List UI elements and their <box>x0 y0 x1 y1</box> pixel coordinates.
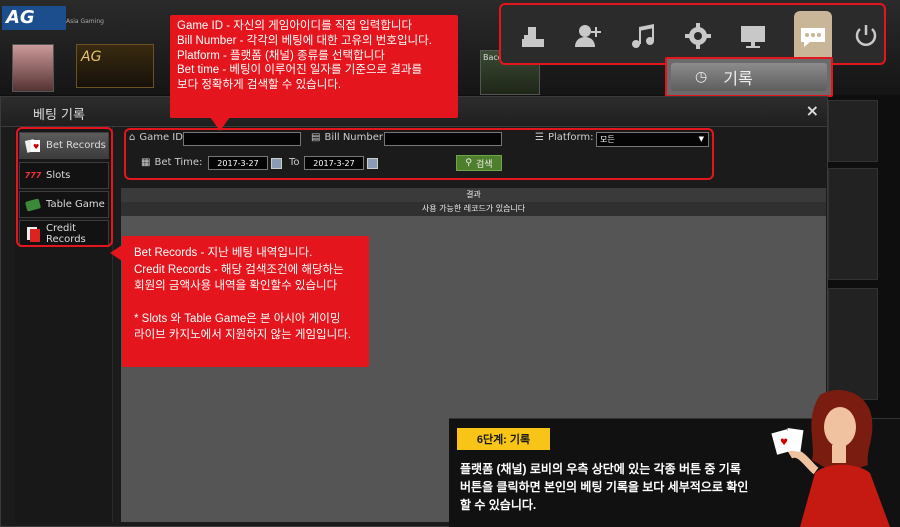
cashier-button[interactable] <box>516 19 550 53</box>
chat-bubble-icon <box>801 28 825 47</box>
music-icon <box>632 24 654 48</box>
step-badge: 6단계: 기록 <box>457 428 550 450</box>
power-icon <box>855 25 877 46</box>
side-table-card[interactable] <box>828 100 878 162</box>
display-button[interactable] <box>736 19 770 53</box>
nav-annotation: Bet Records - 지난 베팅 내역입니다. Credit Record… <box>122 236 369 367</box>
record-popup-label: 기록 <box>723 69 753 88</box>
record-button[interactable] <box>794 11 832 63</box>
form-annotation: Game ID - 자신의 게임아이디를 직접 입력합니다 Bill Numbe… <box>170 15 458 118</box>
results-empty-message: 사용 가능한 레코드가 있습니다 <box>121 202 826 216</box>
nav-highlight-box <box>16 127 113 247</box>
close-icon[interactable]: × <box>806 101 819 120</box>
form-annotation-pointer <box>210 117 230 131</box>
settings-button[interactable] <box>681 19 715 53</box>
side-table-card[interactable] <box>828 288 878 400</box>
clock-document-icon: ◷ <box>695 69 708 85</box>
settings-gear-icon <box>685 23 711 49</box>
step-description: 플랫폼 (채널) 로비의 우측 상단에 있는 각종 버튼 중 기록 버튼을 클릭… <box>460 462 749 512</box>
record-popup[interactable]: ◷ 기록 <box>665 57 833 97</box>
music-button[interactable] <box>626 19 660 53</box>
dealer-illustration: ♥ <box>771 389 890 527</box>
modal-title: 베팅 기록 <box>33 108 85 123</box>
nav-annotation-pointer <box>110 245 122 261</box>
lobby-toolbar <box>499 3 886 65</box>
svg-text:♥: ♥ <box>780 438 788 448</box>
ag-logo-subtitle: Asia Gaming <box>66 18 104 25</box>
side-table-card[interactable] <box>828 168 878 280</box>
add-user-button[interactable] <box>571 19 605 53</box>
form-highlight-box <box>124 128 714 180</box>
logout-button[interactable] <box>849 19 883 53</box>
ag-logo: AG <box>2 6 66 30</box>
user-avatar[interactable] <box>12 44 54 92</box>
ag-banner: AG <box>76 44 154 88</box>
add-user-icon <box>575 25 601 47</box>
monitor-icon <box>741 26 765 48</box>
cashier-icon <box>522 27 544 47</box>
results-header: 결과 <box>121 188 826 202</box>
